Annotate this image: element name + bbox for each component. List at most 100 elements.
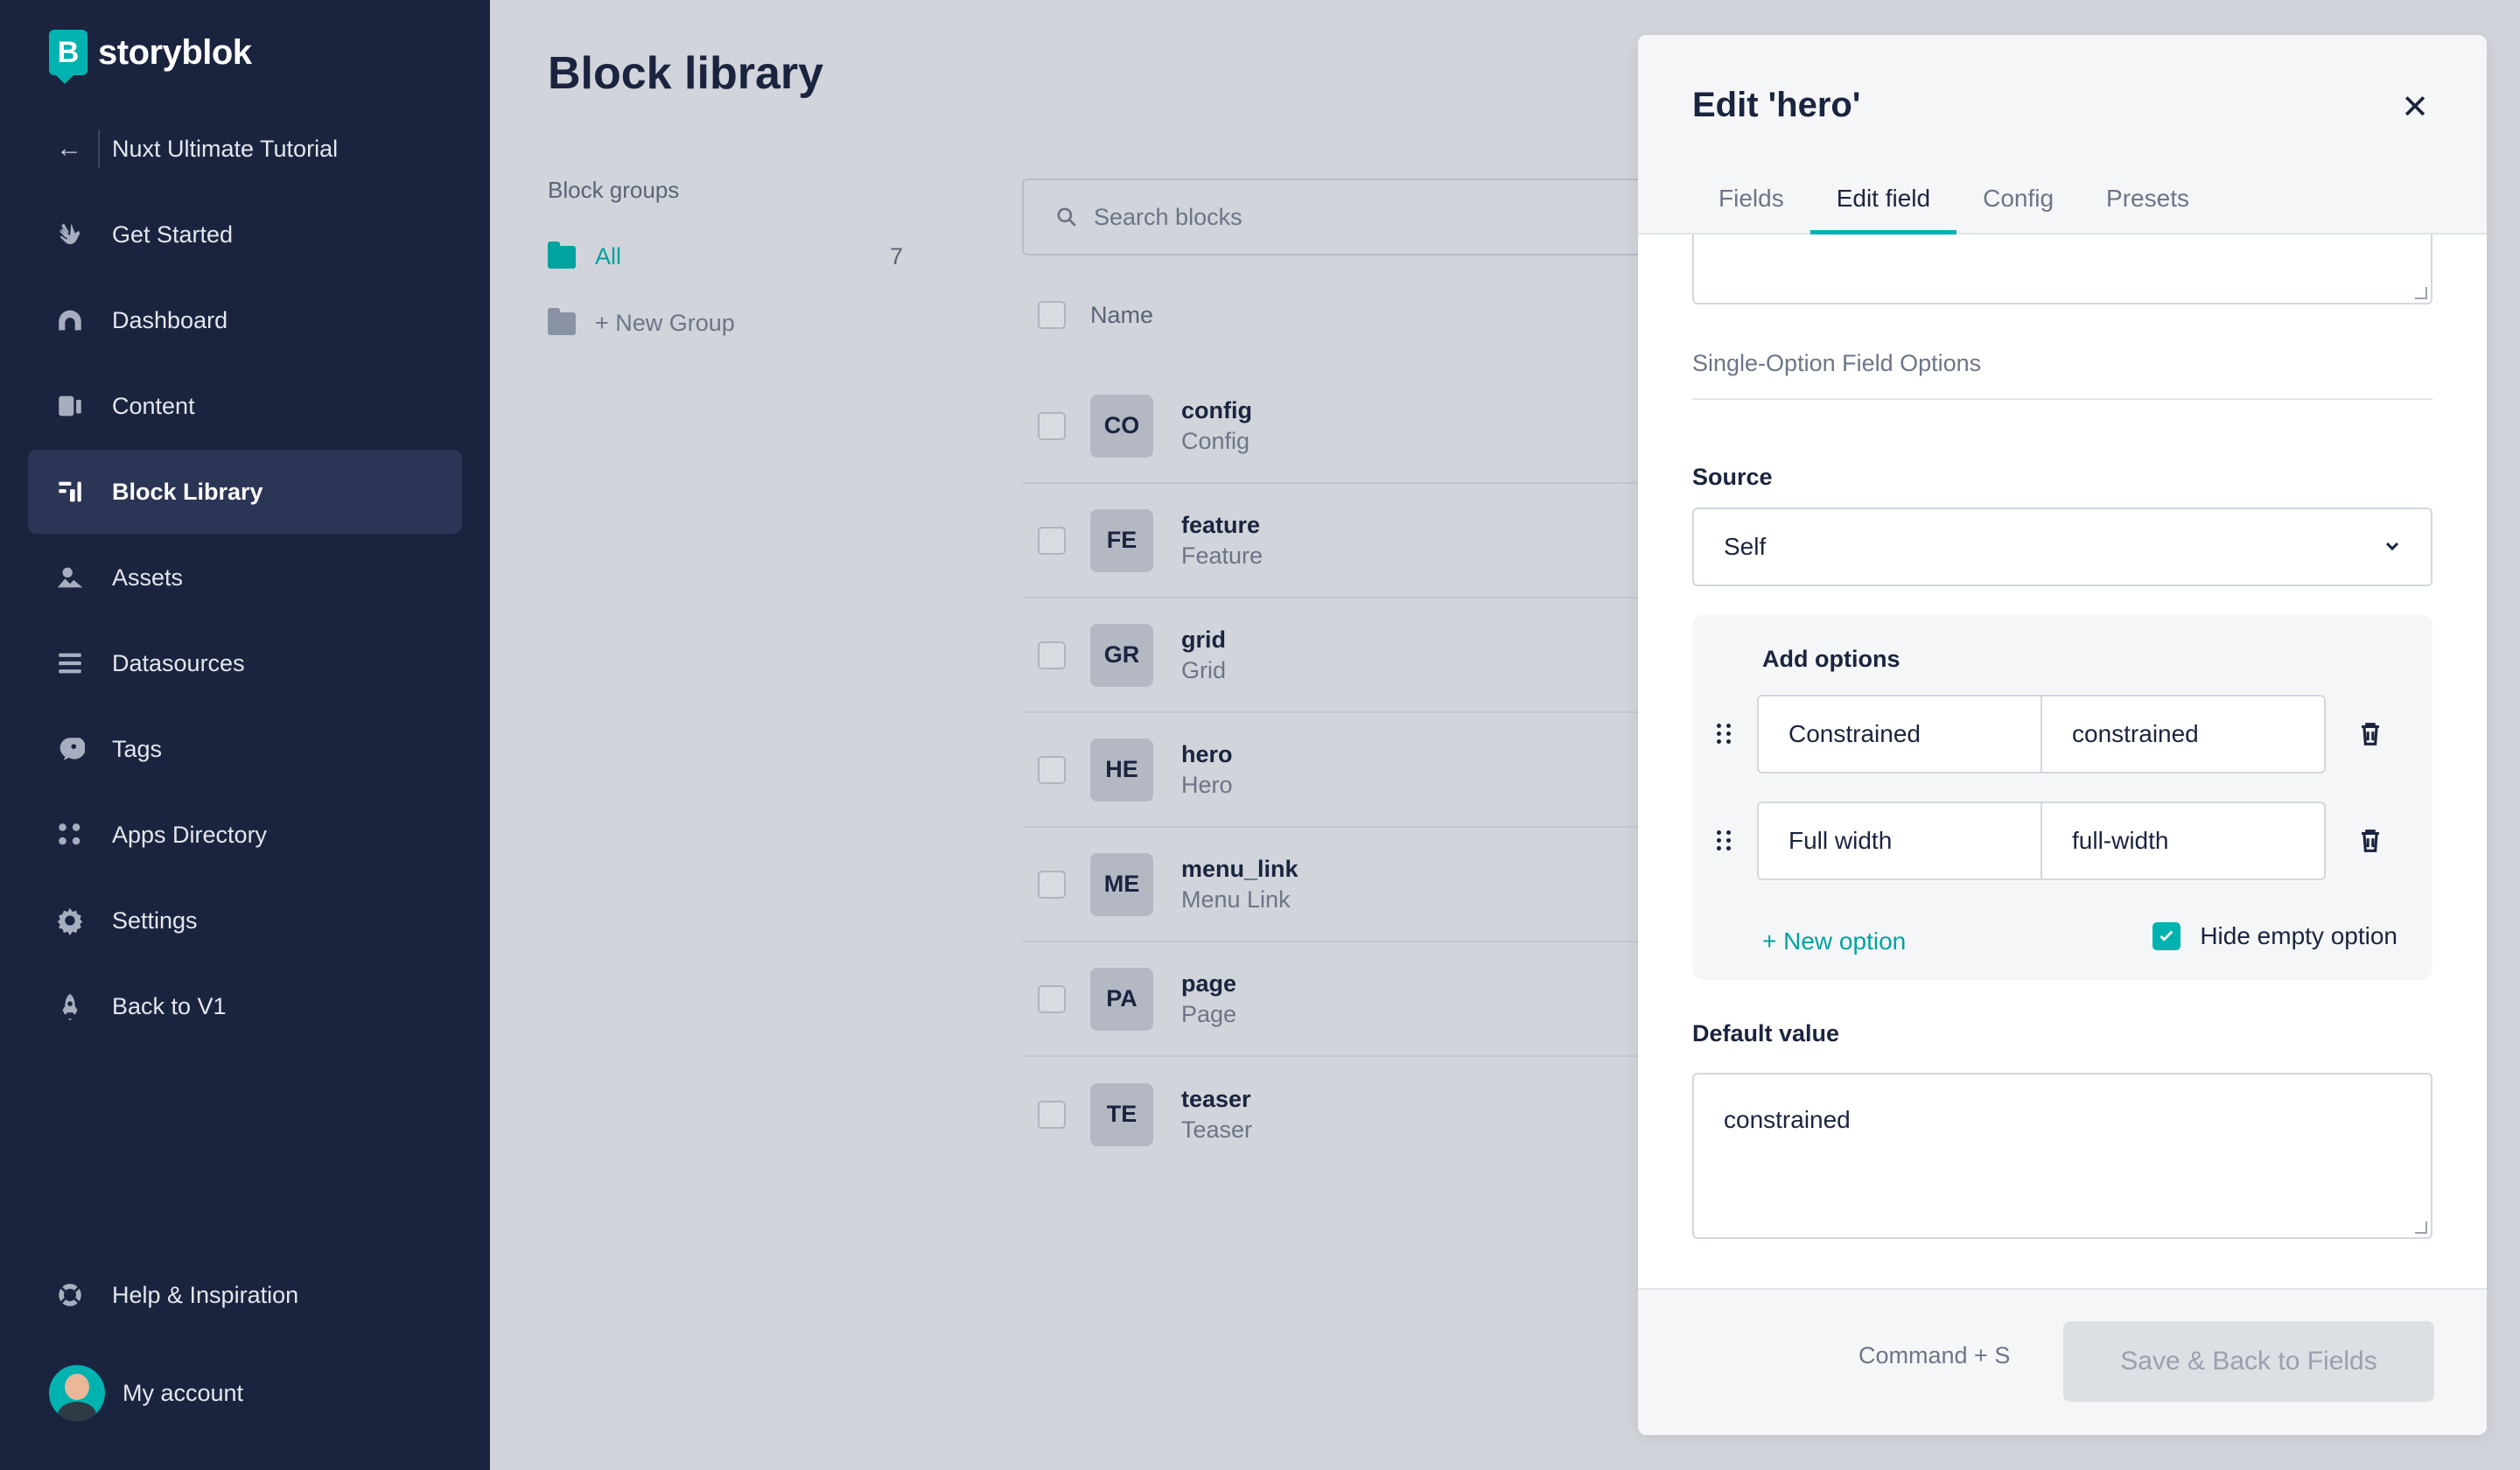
sidebar-item-label: Get Started	[112, 220, 234, 248]
block-name: menu_link	[1181, 855, 1298, 882]
content-icon	[54, 390, 86, 422]
option-inputs: Full width full-width	[1757, 802, 2326, 880]
chevron-down-icon	[2385, 542, 2399, 551]
block-badge: CO	[1090, 394, 1153, 458]
new-group-button[interactable]: + New Group	[548, 307, 735, 337]
source-label: Source	[1692, 464, 1773, 490]
sidebar-item-get-started[interactable]: Get Started	[28, 192, 462, 276]
sidebar-item-tags[interactable]: Tags	[28, 707, 462, 791]
tab-presets[interactable]: Presets	[2080, 178, 2216, 234]
row-checkbox[interactable]	[1038, 640, 1066, 669]
block-badge: TE	[1090, 1082, 1153, 1146]
group-all[interactable]: All 7	[548, 241, 903, 270]
lifebuoy-icon	[54, 1279, 86, 1311]
block-name: page	[1181, 970, 1237, 997]
help-inspiration-link[interactable]: Help & Inspiration	[54, 1279, 298, 1311]
assets-icon	[54, 562, 86, 593]
gear-icon	[54, 905, 86, 936]
sidebar: B storyblok ← Nuxt Ultimate Tutorial Get…	[0, 0, 490, 1470]
avatar	[49, 1365, 105, 1421]
logo-text: storyblok	[98, 32, 252, 72]
sidebar-item-back-to-v1[interactable]: Back to V1	[28, 964, 462, 1048]
block-name: feature	[1181, 511, 1261, 538]
row-checkbox[interactable]	[1038, 526, 1066, 555]
drag-handle-icon[interactable]	[1717, 724, 1734, 745]
modal-footer: Command + S Save & Back to Fields	[1638, 1288, 2487, 1435]
sidebar-item-settings[interactable]: Settings	[28, 878, 462, 962]
block-name: config	[1181, 396, 1252, 424]
add-options-title: Add options	[1762, 646, 1900, 672]
check-icon	[2160, 930, 2174, 942]
row-checkbox[interactable]	[1038, 984, 1066, 1013]
rocket-icon	[54, 990, 86, 1022]
search-icon	[1057, 207, 1076, 227]
source-select[interactable]: Self	[1692, 508, 2432, 586]
resize-handle-icon[interactable]	[2415, 1222, 2427, 1234]
save-back-button[interactable]: Save & Back to Fields	[2063, 1321, 2434, 1402]
option-value-input[interactable]: constrained	[2040, 696, 2324, 772]
sidebar-item-label: Tags	[112, 735, 163, 762]
option-name-input[interactable]: Full width	[1759, 803, 2040, 878]
resize-handle-icon[interactable]	[2415, 287, 2427, 299]
row-checkbox[interactable]	[1038, 870, 1066, 899]
new-option-button[interactable]: + New option	[1762, 928, 1906, 956]
modal-header: Edit 'hero' ✕ Fields Edit field Config P…	[1638, 35, 2487, 234]
option-value-input[interactable]: full-width	[2040, 803, 2324, 878]
row-checkbox[interactable]	[1038, 411, 1066, 440]
new-group-label: + New Group	[595, 310, 735, 336]
block-display-name: Grid	[1181, 656, 1227, 683]
option-row: Full width full-width	[1717, 802, 2408, 880]
sidebar-item-content[interactable]: Content	[28, 364, 462, 448]
page-title: Block library	[548, 48, 824, 99]
storyblok-logo[interactable]: B storyblok	[49, 30, 252, 84]
modal-title: Edit 'hero'	[1692, 86, 1861, 124]
tab-fields[interactable]: Fields	[1692, 178, 1810, 234]
sidebar-item-label: Settings	[112, 906, 198, 934]
hide-empty-option-toggle[interactable]: Hide empty option	[2152, 922, 2398, 950]
sidebar-item-apps-directory[interactable]: Apps Directory	[28, 793, 462, 877]
row-checkbox[interactable]	[1038, 1100, 1066, 1129]
logo-mark-icon: B	[49, 30, 88, 84]
checkbox-checked[interactable]	[2152, 922, 2181, 950]
search-placeholder: Search blocks	[1094, 203, 1242, 230]
group-label: All	[595, 243, 622, 270]
name-column-header: Name	[1090, 301, 1154, 328]
space-switcher[interactable]: ← Nuxt Ultimate Tutorial	[56, 130, 338, 168]
option-name-input[interactable]: Constrained	[1759, 696, 2040, 772]
sidebar-item-assets[interactable]: Assets	[28, 536, 462, 620]
tab-config[interactable]: Config	[1956, 178, 2080, 234]
close-icon[interactable]: ✕	[2396, 88, 2434, 126]
sidebar-item-label: Datasources	[112, 649, 245, 676]
section-title: Single-Option Field Options	[1692, 350, 2432, 400]
tag-icon	[54, 733, 86, 765]
space-name: Nuxt Ultimate Tutorial	[112, 135, 339, 162]
sidebar-item-label: Apps Directory	[112, 821, 268, 848]
sidebar-item-block-library[interactable]: Block Library	[28, 450, 462, 534]
block-name: teaser	[1181, 1085, 1251, 1112]
block-badge: PA	[1090, 967, 1153, 1031]
default-value-textarea[interactable]: constrained	[1692, 1073, 2432, 1239]
folder-icon	[548, 241, 576, 269]
arrow-left-icon[interactable]: ←	[56, 134, 84, 164]
block-display-name: Menu Link	[1181, 886, 1291, 913]
waving-hand-icon	[54, 219, 86, 250]
sidebar-item-datasources[interactable]: Datasources	[28, 621, 462, 705]
option-inputs: Constrained constrained	[1757, 695, 2326, 774]
block-badge: FE	[1090, 508, 1153, 572]
block-name: grid	[1181, 626, 1226, 653]
sidebar-item-dashboard[interactable]: Dashboard	[28, 278, 462, 362]
row-checkbox[interactable]	[1038, 755, 1066, 784]
block-display-name: Teaser	[1181, 1116, 1253, 1143]
block-display-name: Feature	[1181, 542, 1264, 569]
description-textarea[interactable]	[1692, 234, 2432, 304]
sidebar-item-label: Content	[112, 392, 195, 419]
drag-handle-icon[interactable]	[1717, 830, 1734, 851]
select-all-checkbox[interactable]	[1038, 301, 1066, 329]
dashboard-icon	[54, 304, 86, 336]
my-account-link[interactable]: My account	[49, 1365, 243, 1421]
trash-icon[interactable]	[2356, 825, 2385, 857]
edit-block-modal: Edit 'hero' ✕ Fields Edit field Config P…	[1638, 35, 2487, 1435]
trash-icon[interactable]	[2356, 718, 2385, 750]
hide-empty-label: Hide empty option	[2200, 922, 2398, 949]
tab-edit-field[interactable]: Edit field	[1810, 178, 1957, 234]
